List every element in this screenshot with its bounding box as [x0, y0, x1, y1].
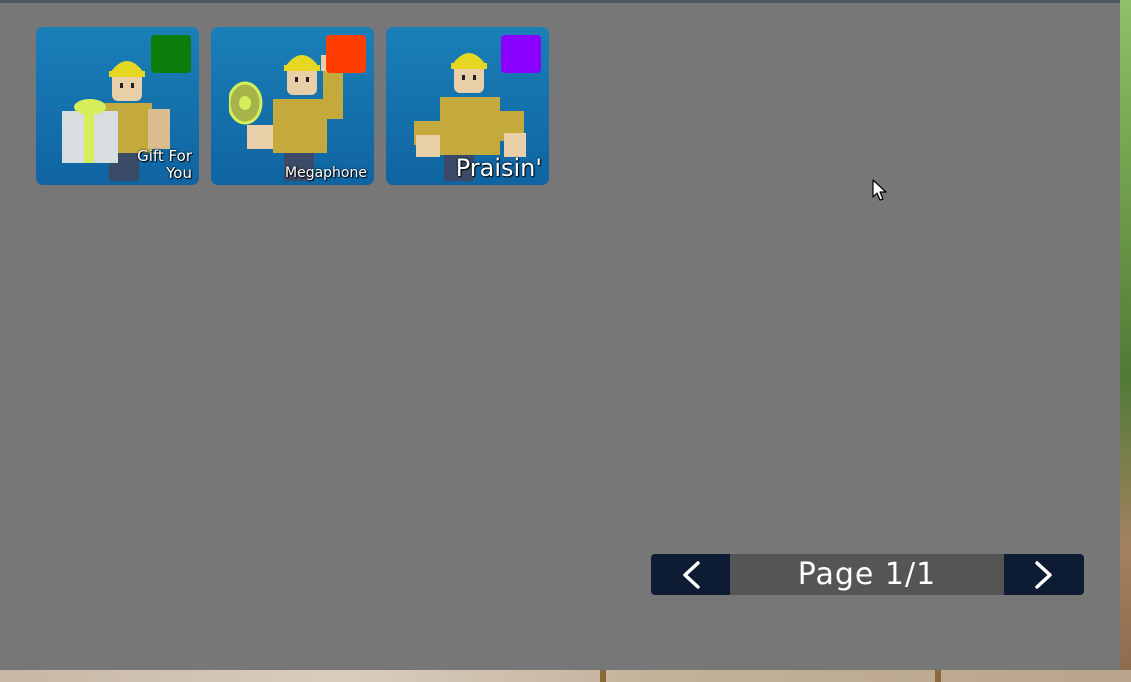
next-page-button[interactable] — [1004, 554, 1084, 595]
chevron-left-icon — [682, 560, 700, 589]
emote-panel: Gift For You Megaphone Praisin' Page 1/1 — [0, 0, 1120, 670]
emote-label: Megaphone — [285, 164, 367, 181]
floor-post — [935, 670, 941, 682]
game-world-edge — [1119, 0, 1131, 682]
emote-card-gift-for-you[interactable]: Gift For You — [36, 27, 199, 185]
emote-grid: Gift For You Megaphone Praisin' — [36, 27, 549, 185]
chevron-right-icon — [1035, 560, 1052, 589]
previous-page-button[interactable] — [651, 554, 730, 595]
emote-color-swatch — [501, 35, 541, 73]
emote-card-megaphone[interactable]: Megaphone — [211, 27, 374, 185]
page-indicator: Page 1/1 — [730, 554, 1004, 595]
emote-card-praisin[interactable]: Praisin' — [386, 27, 549, 185]
game-world-floor — [0, 670, 1131, 682]
mouse-cursor-icon — [872, 179, 887, 201]
emote-label: Gift For You — [137, 147, 192, 182]
emote-color-swatch — [151, 35, 191, 73]
emote-label: Praisin' — [455, 153, 542, 182]
floor-post — [600, 670, 606, 682]
pagination-bar: Page 1/1 — [651, 554, 1084, 595]
emote-color-swatch — [326, 35, 366, 73]
